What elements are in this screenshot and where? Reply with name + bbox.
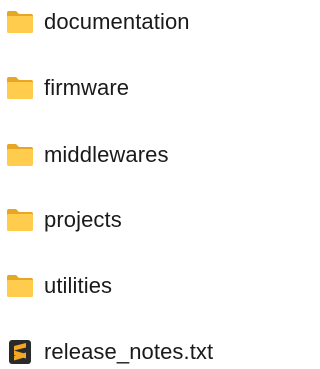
folder-item-documentation[interactable]: documentation (6, 5, 251, 39)
item-label: projects (44, 207, 122, 232)
item-label: release_notes.txt (44, 339, 214, 364)
item-label: utilities (44, 273, 113, 298)
folder-icon (6, 9, 34, 35)
folder-item-firmware[interactable]: firmware (6, 71, 251, 105)
sublime-text-file-icon (6, 339, 34, 365)
item-label: firmware (44, 75, 130, 100)
folder-icon (6, 75, 34, 101)
file-item-release-notes[interactable]: release_notes.txt (6, 335, 251, 369)
folder-item-projects[interactable]: projects (6, 203, 251, 237)
folder-icon (6, 207, 34, 233)
folder-item-middlewares[interactable]: middlewares (6, 138, 251, 172)
file-list: documentation firmware middlewares proje… (0, 0, 253, 367)
item-label: middlewares (44, 142, 169, 167)
item-label: documentation (44, 9, 190, 34)
folder-item-utilities[interactable]: utilities (6, 269, 251, 303)
folder-icon (6, 142, 34, 168)
folder-icon (6, 273, 34, 299)
